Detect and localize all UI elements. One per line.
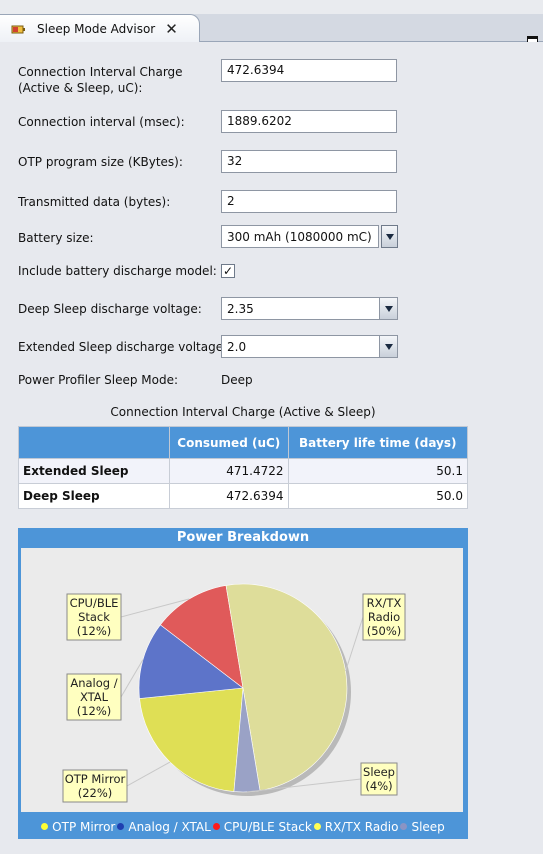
discharge-model-label: Include battery discharge model: [18, 264, 217, 278]
consumed-cell: 471.4722 [169, 458, 289, 484]
profiler-mode-label: Power Profiler Sleep Mode: [18, 373, 179, 387]
battery-size-value: 300 mAh (1080000 mC) [227, 230, 372, 244]
slice-label-text: OTP Mirror [65, 772, 126, 786]
chevron-down-icon [385, 233, 394, 240]
chart-legend: OTP Mirror Analog / XTAL CPU/BLE Stack RX/T… [18, 820, 468, 834]
slice-label: RX/TXRadio(50%) [362, 593, 406, 641]
close-icon[interactable]: ✕ [165, 21, 178, 36]
deep-voltage-label: Deep Sleep discharge voltage: [18, 302, 202, 316]
tx-data-label: Transmitted data (bytes): [18, 195, 171, 209]
slice-label: CPU/BLEStack(12%) [66, 593, 122, 641]
conn-charge-label-line2: (Active & Sleep, uC): [18, 81, 143, 95]
legend-label: CPU/BLE Stack [223, 820, 312, 834]
slice-label-text: (22%) [78, 786, 113, 800]
legend-dot-icon [117, 823, 125, 830]
table-row[interactable]: Extended Sleep 471.4722 50.1 [18, 458, 469, 484]
tab-sleep-mode-advisor[interactable]: Sleep Mode Advisor ✕ [0, 14, 200, 42]
legend-label: Analog / XTAL [128, 820, 211, 834]
row-label: Extended Sleep [18, 458, 170, 484]
slice-label-text: Sleep [363, 765, 395, 779]
row-label: Deep Sleep [18, 483, 170, 509]
slice-label: Analog /XTAL(12%) [66, 673, 122, 721]
legend-dot-icon [212, 823, 220, 830]
deep-voltage-value: 2.35 [227, 302, 254, 316]
chevron-down-icon [379, 336, 397, 357]
tab-title: Sleep Mode Advisor [37, 21, 156, 36]
label-leader-line [126, 761, 171, 787]
legend-item: RX/TX Radio [313, 820, 399, 834]
power-breakdown-chart: Power Breakdown OTP Mirror (22%) Analog / X… [18, 528, 468, 839]
tab-bar: Sleep Mode Advisor ✕ [0, 14, 543, 45]
table-header-corner [18, 426, 170, 459]
conn-interval-field[interactable]: 1889.6202 [221, 110, 397, 133]
battery-icon [11, 23, 25, 35]
legend-dot-icon [400, 823, 408, 830]
otp-size-label: OTP program size (KBytes): [18, 155, 183, 169]
pie-slice-otp-mirror[interactable] [139, 687, 244, 792]
pie-chart-svg: OTP Mirror(22%)Analog /XTAL(12%)CPU/BLES… [62, 583, 406, 803]
slice-label-text: (4%) [365, 779, 392, 793]
slice-label-text: RX/TX [367, 596, 402, 610]
legend-label: Sleep [411, 820, 445, 834]
window-top-strip [0, 0, 543, 14]
slice-label-text: (50%) [367, 624, 402, 638]
table-title: Connection Interval Charge (Active & Sle… [110, 405, 376, 419]
conn-charge-field[interactable]: 472.6394 [221, 59, 397, 82]
battery-life-cell: 50.1 [287, 458, 469, 484]
label-leader-line [345, 616, 364, 672]
legend-item: Analog / XTAL [117, 820, 211, 834]
table-header-consumed: Consumed (uC) [169, 426, 289, 459]
ext-voltage-select[interactable]: 2.0 [221, 335, 398, 358]
slice-label-text: CPU/BLE [70, 596, 119, 610]
ext-voltage-value: 2.0 [227, 340, 247, 354]
slice-label-text: Stack [78, 610, 110, 624]
slice-label-text: (12%) [77, 704, 112, 718]
ext-voltage-label: Extended Sleep discharge voltage: [18, 340, 228, 354]
battery-dropdown-button[interactable] [381, 225, 398, 248]
battery-life-cell: 50.0 [287, 483, 469, 509]
consumed-cell: 472.6394 [169, 483, 289, 509]
slice-label-text: Analog / [70, 676, 117, 690]
slice-label-text: XTAL [80, 690, 109, 704]
otp-size-field[interactable]: 32 [221, 150, 397, 173]
table-header-battery-life: Battery life time (days) [287, 426, 469, 459]
legend-label: RX/TX Radio [324, 820, 399, 834]
slice-label: OTP Mirror(22%) [62, 769, 128, 803]
legend-item: Sleep [400, 820, 445, 834]
chevron-down-icon [379, 298, 397, 319]
tx-data-field[interactable]: 2 [221, 190, 397, 213]
slice-label: Sleep(4%) [360, 762, 398, 796]
discharge-model-checkbox[interactable]: ✓ [221, 264, 235, 278]
chart-plot-area: OTP Mirror (22%) Analog / XTAL (12%) CPU/BLE S… [21, 548, 463, 812]
conn-charge-label-line1: Connection Interval Charge [18, 65, 183, 79]
legend-label: OTP Mirror [52, 820, 116, 834]
charge-table: Consumed (uC) Battery life time (days) E… [18, 426, 469, 509]
deep-voltage-select[interactable]: 2.35 [221, 297, 398, 320]
legend-item: CPU/BLE Stack [212, 820, 312, 834]
profiler-mode-value: Deep [221, 373, 253, 387]
battery-size-label: Battery size: [18, 231, 94, 245]
legend-item: OTP Mirror [41, 820, 115, 834]
legend-dot-icon [41, 823, 49, 830]
slice-label-text: (12%) [77, 624, 112, 638]
chart-title: Power Breakdown [176, 530, 310, 545]
table-row[interactable]: Deep Sleep 472.6394 50.0 [18, 483, 469, 509]
conn-interval-label: Connection interval (msec): [18, 115, 185, 129]
battery-size-select[interactable]: 300 mAh (1080000 mC) [221, 225, 379, 248]
legend-dot-icon [313, 823, 321, 830]
slice-label-text: Radio [368, 610, 400, 624]
